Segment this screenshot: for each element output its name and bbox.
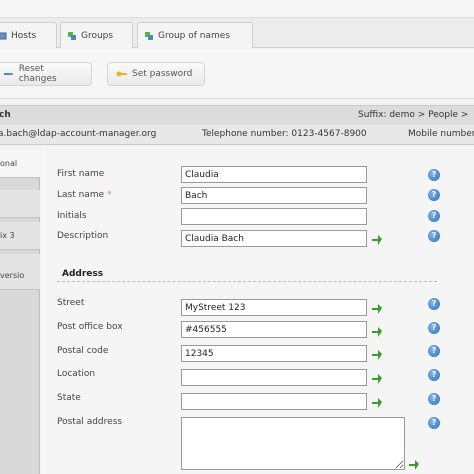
add-icon[interactable] — [371, 234, 383, 246]
help-icon[interactable]: ? — [428, 393, 440, 405]
help-icon[interactable]: ? — [428, 189, 440, 201]
entry-mobile: Mobile number — [408, 129, 474, 139]
module-sidebar: onal ix 3 versio — [0, 150, 40, 474]
add-icon[interactable] — [371, 303, 383, 315]
tab-bar: Hosts Groups Group of names — [0, 18, 474, 48]
help-icon[interactable]: ? — [428, 369, 440, 381]
first-name-label: First name — [57, 169, 105, 179]
key-icon — [116, 71, 127, 77]
tab-groups-label: Groups — [81, 30, 114, 41]
help-icon[interactable]: ? — [428, 169, 440, 181]
breadcrumb[interactable]: Suffix: demo > People > — [358, 110, 468, 120]
entry-email: a.bach@ldap-account-manager.org — [0, 129, 157, 139]
top-bar — [0, 0, 474, 18]
post-office-box-input[interactable] — [181, 321, 367, 338]
groups-icon — [68, 31, 76, 40]
state-label: State — [57, 393, 81, 403]
reset-changes-label: Reset changes — [18, 64, 57, 84]
tab-group-of-names[interactable]: Group of names — [137, 22, 253, 48]
postal-address-label: Postal address — [57, 417, 123, 427]
sidebar-item-unix[interactable]: ix 3 — [0, 222, 40, 250]
add-icon[interactable] — [371, 373, 383, 385]
reset-changes-button[interactable]: Reset changes — [0, 62, 92, 86]
address-section-header: Address — [57, 268, 437, 282]
hosts-icon — [0, 32, 7, 39]
tab-group-of-names-label: Group of names — [158, 30, 231, 41]
postal-code-label: Postal code — [57, 346, 109, 356]
entry-title: ch — [0, 110, 11, 120]
street-label: Street — [57, 298, 85, 308]
help-icon[interactable]: ? — [428, 345, 440, 357]
description-label: Description — [57, 231, 109, 241]
help-icon[interactable]: ? — [428, 298, 440, 310]
initials-input[interactable] — [181, 208, 367, 225]
first-name-input[interactable] — [181, 166, 367, 183]
entry-telephone: Telephone number: 0123-4567-8900 — [202, 129, 367, 139]
add-icon[interactable] — [408, 459, 420, 471]
help-icon[interactable]: ? — [428, 230, 440, 242]
sidebar-item-label: onal — [0, 159, 18, 168]
sidebar-item-2[interactable] — [0, 190, 40, 218]
last-name-label-text: Last name — [57, 190, 105, 200]
location-label: Location — [57, 369, 96, 379]
toolbar: Reset changes Set password — [0, 49, 474, 99]
set-password-button[interactable]: Set password — [107, 62, 205, 86]
last-name-label: Last name * — [57, 190, 112, 200]
add-icon[interactable] — [371, 349, 383, 361]
sidebar-item-label: versio — [0, 271, 25, 280]
set-password-label: Set password — [132, 69, 193, 79]
group-of-names-icon — [145, 31, 153, 40]
add-icon[interactable] — [371, 326, 383, 338]
help-icon[interactable]: ? — [428, 417, 440, 429]
post-office-box-label: Post office box — [57, 322, 123, 332]
entry-title-bar: ch Suffix: demo > People > — [0, 105, 474, 125]
initials-label: Initials — [57, 211, 87, 221]
street-input[interactable] — [181, 299, 367, 316]
tab-hosts[interactable]: Hosts — [0, 22, 57, 48]
postal-address-textarea[interactable] — [181, 417, 405, 470]
sidebar-item-version[interactable]: versio — [0, 262, 40, 290]
description-input[interactable] — [181, 230, 367, 247]
postal-code-input[interactable] — [181, 345, 367, 362]
tab-hosts-label: Hosts — [11, 30, 37, 41]
help-icon[interactable]: ? — [428, 210, 440, 222]
required-marker: * — [107, 190, 112, 200]
state-input[interactable] — [181, 393, 367, 410]
reset-icon — [3, 73, 13, 75]
entry-info-bar: a.bach@ldap-account-manager.org Telephon… — [0, 125, 474, 145]
last-name-input[interactable] — [181, 187, 367, 204]
add-icon[interactable] — [371, 397, 383, 409]
location-input[interactable] — [181, 369, 367, 386]
address-section-title: Address — [62, 269, 104, 279]
sidebar-item-personal[interactable]: onal — [0, 150, 40, 178]
sidebar-item-label: ix 3 — [0, 231, 15, 240]
help-icon[interactable]: ? — [428, 322, 440, 334]
tab-groups[interactable]: Groups — [60, 22, 133, 48]
